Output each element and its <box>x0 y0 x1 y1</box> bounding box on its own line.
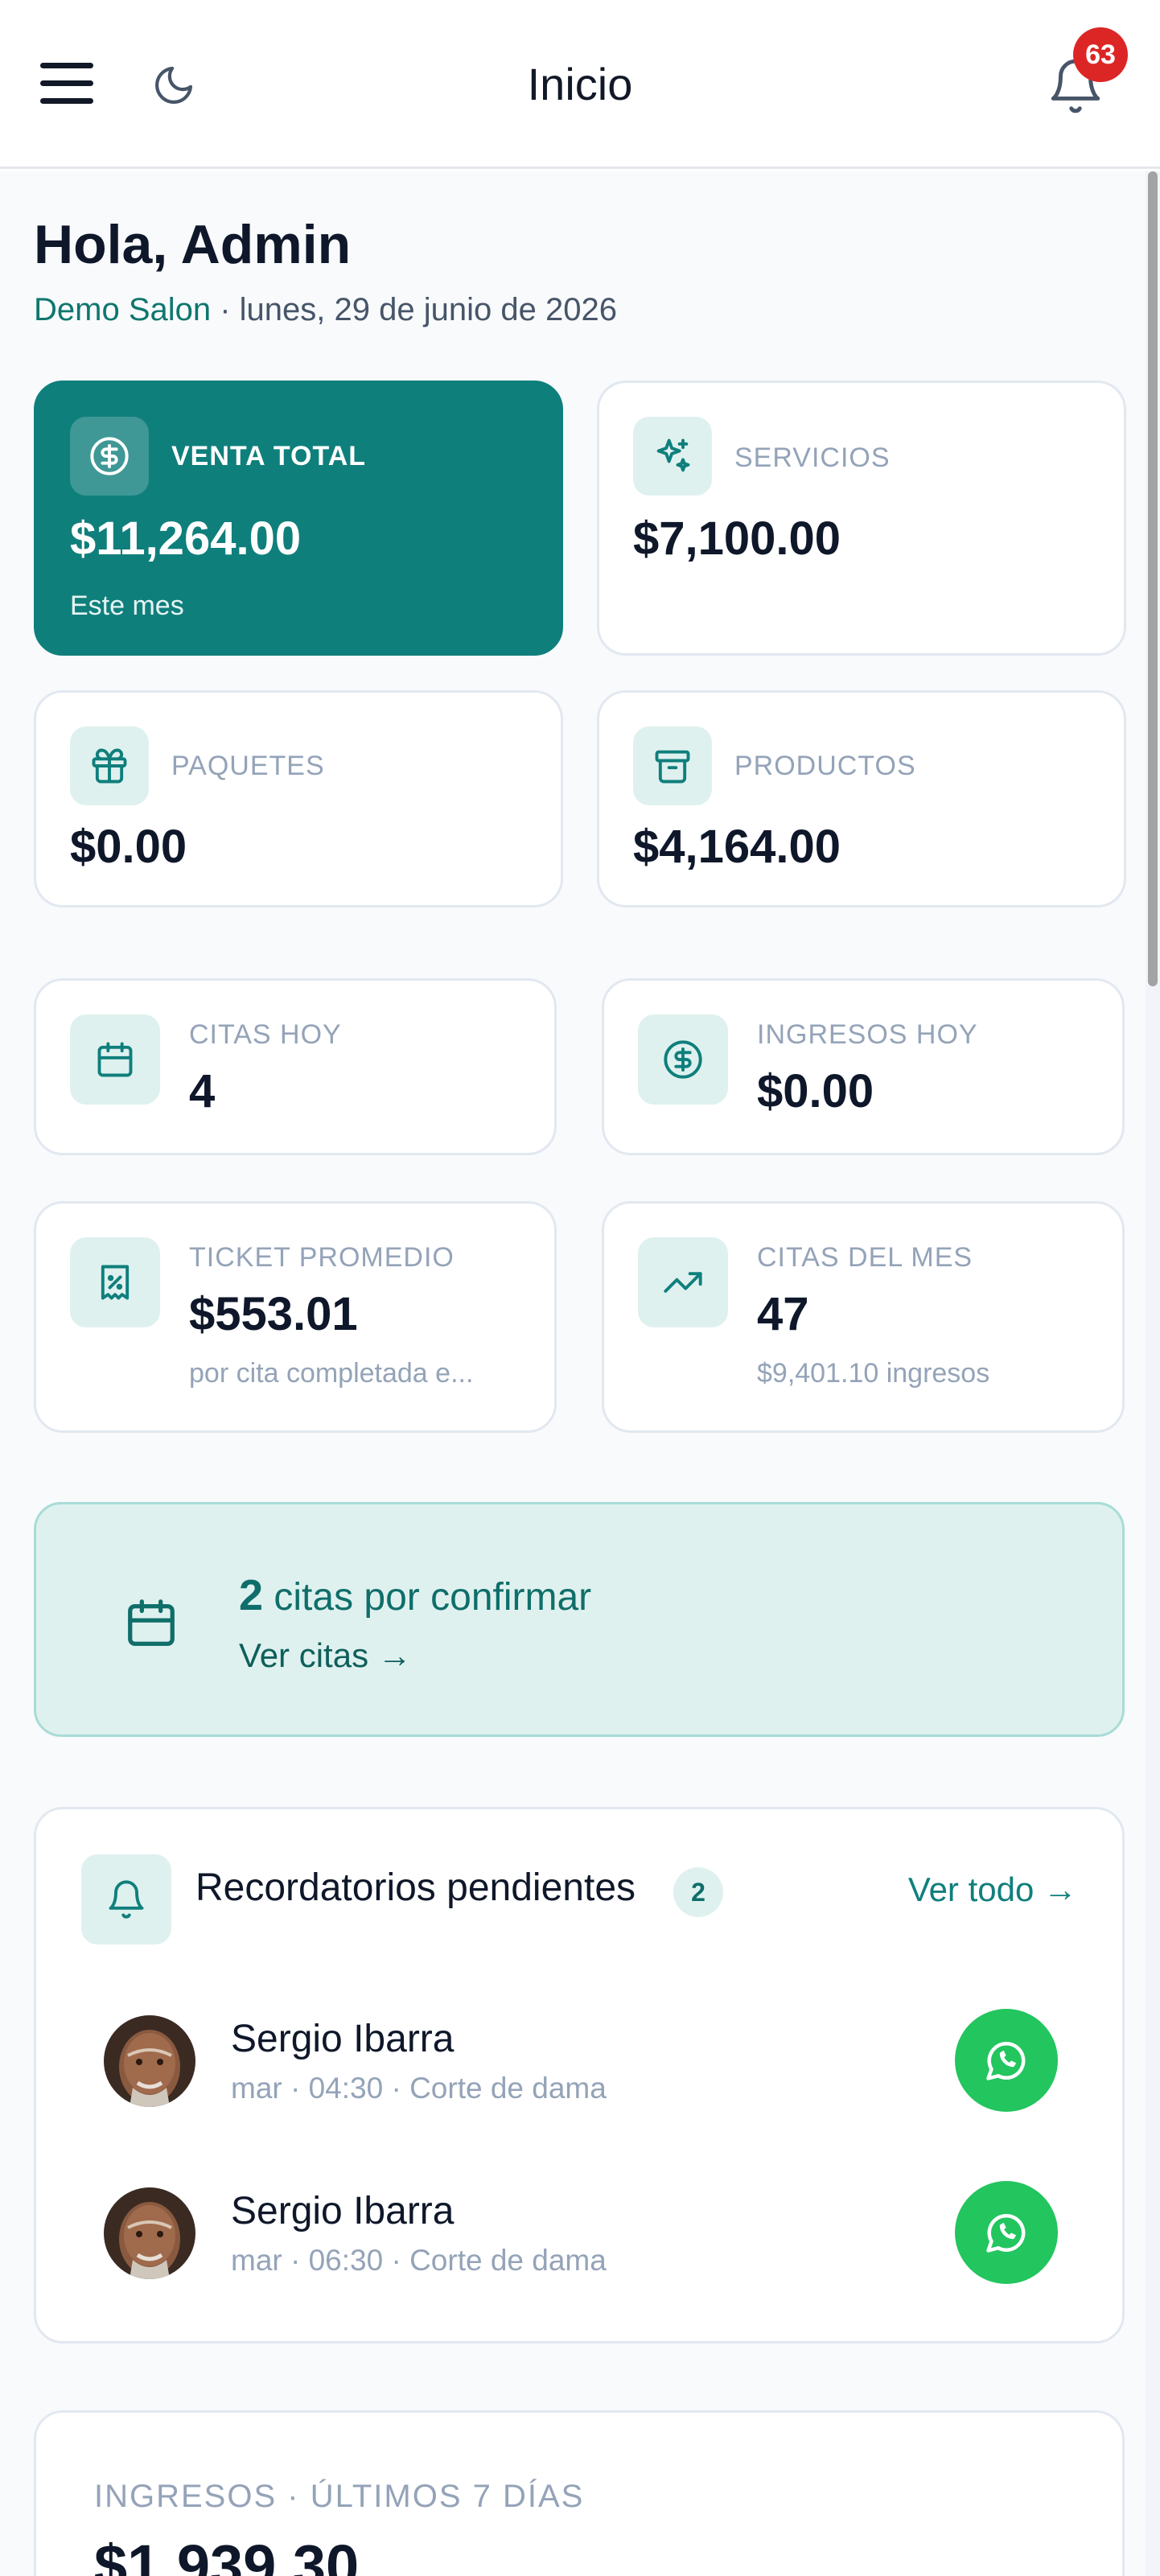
avatar <box>104 2187 195 2279</box>
products-card[interactable]: PRODUCTOS $4,164.00 <box>597 690 1126 907</box>
card-value: 4 <box>189 1065 216 1117</box>
confirm-text: citas por confirmar <box>263 1576 592 1619</box>
scrollbar[interactable] <box>1146 171 1160 2576</box>
reminder-item[interactable]: Sergio Ibarra mar · 04:30 · Corte de dam… <box>36 1985 1122 2146</box>
whatsapp-icon[interactable] <box>955 2181 1058 2284</box>
card-value: $0.00 <box>757 1065 874 1117</box>
dollar-circle-icon <box>638 1014 728 1105</box>
avatar <box>104 2015 195 2107</box>
packages-card[interactable]: PAQUETES $0.00 <box>34 690 563 907</box>
income-value: $1,939.30 <box>94 2533 360 2576</box>
sparkles-icon <box>633 417 712 496</box>
gift-icon <box>70 726 149 805</box>
card-value: $4,164.00 <box>633 821 841 873</box>
total-sales-card[interactable]: VENTA TOTAL $11,264.00 Este mes <box>34 381 563 656</box>
card-note: por cita completada e... <box>189 1358 474 1389</box>
reminders-card: Recordatorios pendientes 2 Ver todo → Se… <box>34 1807 1125 2344</box>
notification-badge: 63 <box>1073 27 1128 82</box>
card-note: $9,401.10 ingresos <box>757 1358 990 1389</box>
page-title: Inicio <box>527 59 633 109</box>
card-label: CITAS DEL MES <box>757 1242 973 1273</box>
card-value: $7,100.00 <box>633 512 841 565</box>
income-label: INGRESOS · ÚLTIMOS 7 DÍAS <box>94 2479 585 2514</box>
greeting-title: Hola, Admin <box>34 214 352 275</box>
client-name: Sergio Ibarra <box>231 2190 455 2232</box>
card-label: PRODUCTOS <box>734 751 916 781</box>
income-today-card[interactable]: INGRESOS HOY $0.00 <box>602 978 1125 1155</box>
reminders-title: Recordatorios pendientes <box>195 1866 636 1909</box>
confirm-title: 2 citas por confirmar <box>239 1570 591 1620</box>
view-all-link[interactable]: Ver todo → <box>908 1870 1077 1909</box>
whatsapp-icon[interactable] <box>955 2009 1058 2112</box>
appointment-detail: mar · 06:30 · Corte de dama <box>231 2244 607 2277</box>
month-appointments-card[interactable]: CITAS DEL MES 47 $9,401.10 ingresos <box>602 1201 1125 1433</box>
average-ticket-card[interactable]: TICKET PROMEDIO $553.01 por cita complet… <box>34 1201 557 1433</box>
income-7-days-card: INGRESOS · ÚLTIMOS 7 DÍAS $1,939.30 <box>34 2410 1125 2576</box>
bell-icon <box>81 1854 171 1944</box>
card-note: Este mes <box>70 591 184 621</box>
card-label: PAQUETES <box>171 751 325 781</box>
greeting-subline: Demo Salon · lunes, 29 de junio de 2026 <box>34 292 617 328</box>
card-value: 47 <box>757 1288 809 1340</box>
scrollbar-thumb[interactable] <box>1148 171 1158 986</box>
view-appointments-link[interactable]: Ver citas → <box>239 1636 412 1675</box>
client-name: Sergio Ibarra <box>231 2018 455 2060</box>
receipt-percent-icon <box>70 1237 160 1327</box>
top-bar: Inicio 63 <box>0 0 1160 169</box>
calendar-icon <box>123 1595 179 1651</box>
calendar-icon <box>70 1014 160 1105</box>
services-card[interactable]: SERVICIOS $7,100.00 <box>597 381 1126 656</box>
salon-name[interactable]: Demo Salon <box>34 292 211 327</box>
archive-box-icon <box>633 726 712 805</box>
main-content: Hola, Admin Demo Salon · lunes, 29 de ju… <box>0 171 1146 2576</box>
card-label: VENTA TOTAL <box>171 441 367 471</box>
card-value: $0.00 <box>70 821 187 873</box>
card-label: INGRESOS HOY <box>757 1019 978 1050</box>
pending-confirmation-banner[interactable]: 2 citas por confirmar Ver citas → <box>34 1502 1125 1737</box>
card-label: SERVICIOS <box>734 442 891 473</box>
card-label: TICKET PROMEDIO <box>189 1242 455 1273</box>
card-value: $11,264.00 <box>70 512 302 565</box>
current-date: · lunes, 29 de junio de 2026 <box>211 292 617 327</box>
trending-up-icon <box>638 1237 728 1327</box>
dollar-circle-icon <box>70 417 149 496</box>
card-label: CITAS HOY <box>189 1019 342 1050</box>
appointments-today-card[interactable]: CITAS HOY 4 <box>34 978 557 1155</box>
confirm-count: 2 <box>239 1571 264 1619</box>
appointment-detail: mar · 04:30 · Corte de dama <box>231 2072 607 2105</box>
reminders-count-badge: 2 <box>673 1867 723 1917</box>
reminder-item[interactable]: Sergio Ibarra mar · 06:30 · Corte de dam… <box>36 2157 1122 2318</box>
card-value: $553.01 <box>189 1288 358 1340</box>
